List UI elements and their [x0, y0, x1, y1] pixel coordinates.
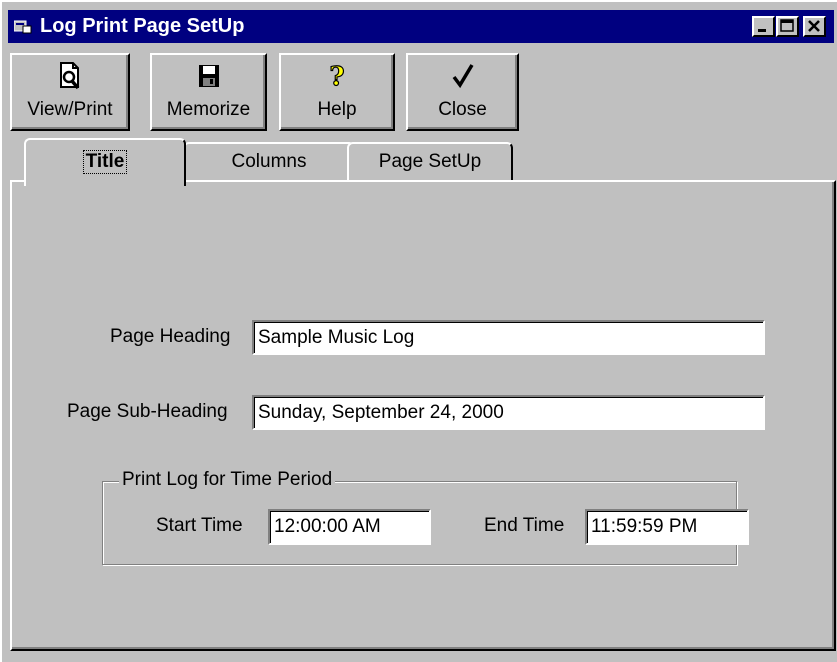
end-time-input[interactable]: 11:59:59 PM — [585, 509, 749, 545]
tab-title-label: Title — [82, 150, 128, 174]
maximize-icon — [780, 19, 794, 32]
page-subheading-label: Page Sub-Heading — [67, 401, 228, 422]
page-heading-input[interactable]: Sample Music Log — [252, 320, 765, 355]
minimize-icon — [758, 29, 766, 32]
floppy-disk-icon — [152, 61, 265, 91]
view-print-button[interactable]: View/Print — [10, 53, 130, 131]
close-label: Close — [438, 99, 487, 120]
end-time-label: End Time — [484, 515, 565, 536]
title-bar[interactable]: Log Print Page SetUp — [8, 10, 834, 43]
start-time-input[interactable]: 12:00:00 AM — [268, 509, 431, 545]
page-heading-label: Page Heading — [110, 326, 231, 347]
view-print-label: View/Print — [27, 99, 113, 120]
tab-columns[interactable]: Columns — [183, 142, 355, 184]
tab-title[interactable]: Title — [24, 138, 186, 186]
tab-page-setup[interactable]: Page SetUp — [347, 142, 513, 184]
help-label: Help — [317, 99, 357, 120]
time-period-group-title: Print Log for Time Period — [119, 469, 336, 491]
tab-page-setup-label: Page SetUp — [378, 151, 482, 172]
maximize-button[interactable] — [776, 16, 799, 37]
app-icon — [13, 20, 32, 34]
start-time-label: Start Time — [156, 515, 243, 536]
window-title: Log Print Page SetUp — [40, 15, 245, 37]
svg-text:?: ? — [329, 62, 344, 91]
log-print-page-setup-window: Log Print Page SetUp View/Print Memorize… — [0, 0, 837, 662]
close-window-button[interactable] — [803, 16, 826, 37]
page-subheading-input[interactable]: Sunday, September 24, 2000 — [252, 395, 765, 430]
question-mark-icon: ? — [281, 61, 393, 91]
print-preview-icon — [12, 61, 128, 91]
memorize-button[interactable]: Memorize — [150, 53, 267, 131]
minimize-button[interactable] — [752, 16, 775, 37]
close-button[interactable]: Close — [406, 53, 519, 131]
close-icon — [808, 20, 820, 32]
checkmark-icon — [408, 61, 517, 91]
tab-columns-label: Columns — [231, 151, 307, 172]
help-button[interactable]: ? Help — [279, 53, 395, 131]
memorize-label: Memorize — [166, 99, 251, 120]
